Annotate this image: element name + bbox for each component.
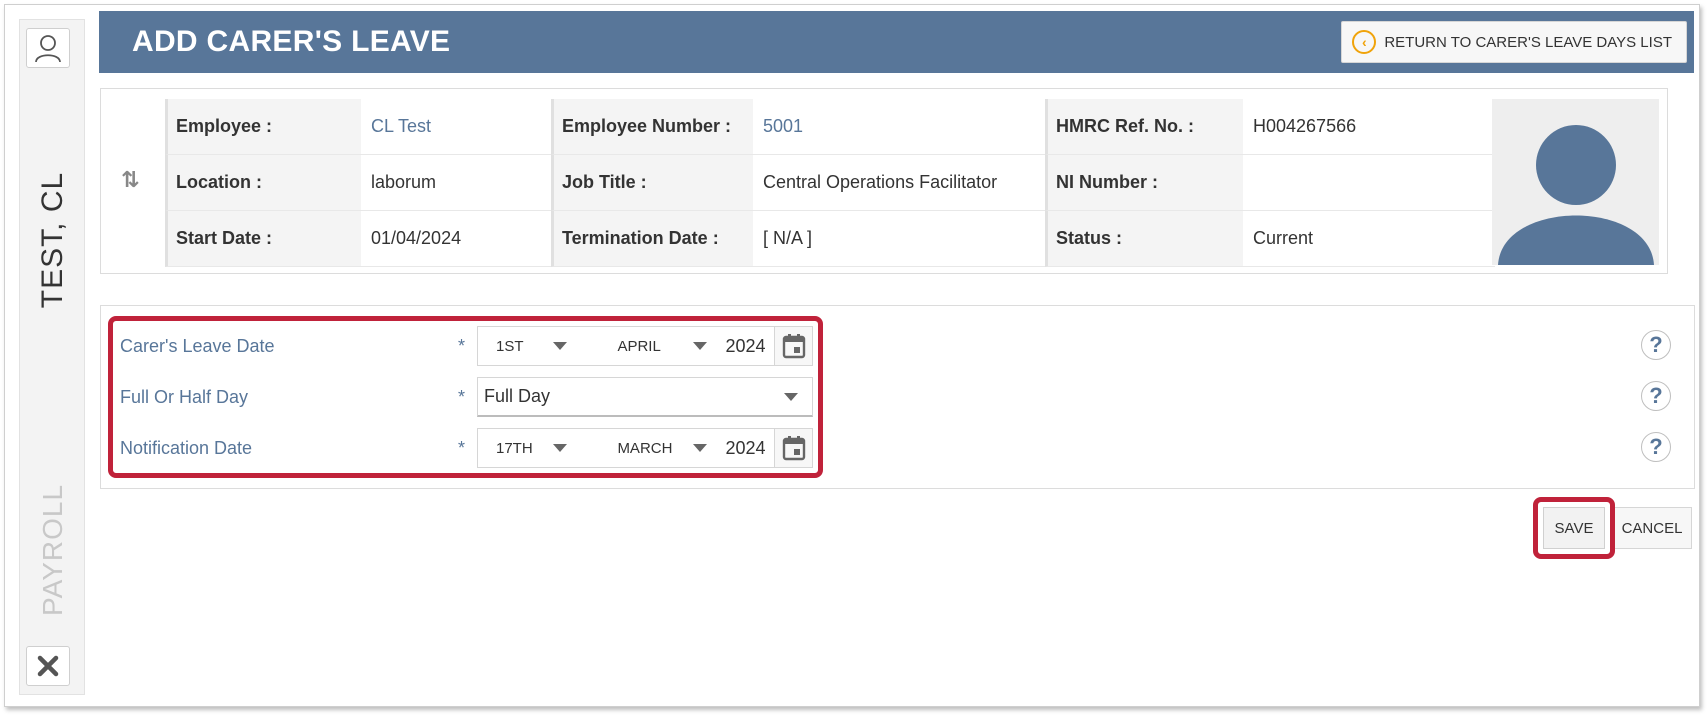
page-header: ADD CARER'S LEAVE ‹ RETURN TO CARER'S LE… [99, 11, 1694, 73]
close-button[interactable] [26, 646, 70, 686]
user-icon [35, 35, 61, 63]
location-value: laborum [361, 155, 551, 211]
page-title: ADD CARER'S LEAVE [132, 25, 451, 58]
table-row: Employee : CL Test Employee Number : 500… [165, 99, 1495, 155]
employee-info-table: Employee : CL Test Employee Number : 500… [165, 99, 1495, 267]
job-title-value: Central Operations Facilitator [753, 155, 1045, 211]
return-to-list-button[interactable]: ‹ RETURN TO CARER'S LEAVE DAYS LIST [1341, 21, 1687, 63]
avatar-placeholder-icon [1498, 125, 1654, 265]
cancel-button[interactable]: CANCEL [1612, 507, 1692, 549]
status-value: Current [1243, 211, 1495, 267]
user-button[interactable] [26, 28, 70, 68]
table-row: Start Date : 01/04/2024 Termination Date… [165, 211, 1495, 267]
employee-number-value[interactable]: 5001 [753, 99, 1045, 155]
status-label: Status : [1045, 211, 1243, 267]
termination-date-label: Termination Date : [551, 211, 753, 267]
close-icon [37, 655, 59, 677]
employee-name-vertical: TEST, CL [36, 171, 69, 309]
form-fields-highlight [108, 316, 823, 478]
swap-vertical-icon[interactable]: ⇅ [121, 167, 139, 193]
return-to-list-label: RETURN TO CARER'S LEAVE DAYS LIST [1384, 33, 1672, 51]
employee-number-label: Employee Number : [551, 99, 753, 155]
start-date-value: 01/04/2024 [361, 211, 551, 267]
ni-number-value [1243, 155, 1495, 211]
employee-info-panel: ⇅ Employee : CL Test Employee Number : 5… [100, 88, 1668, 274]
start-date-label: Start Date : [165, 211, 361, 267]
employee-photo [1492, 99, 1659, 265]
employee-value[interactable]: CL Test [361, 99, 551, 155]
save-button-highlight [1533, 497, 1615, 559]
termination-date-value: [ N/A ] [753, 211, 1045, 267]
hmrc-ref-label: HMRC Ref. No. : [1045, 99, 1243, 155]
carers-leave-date-help-button[interactable]: ? [1641, 330, 1671, 360]
job-title-label: Job Title : [551, 155, 753, 211]
location-label: Location : [165, 155, 361, 211]
module-label-vertical: PAYROLL [37, 483, 68, 616]
chevron-left-circle-icon: ‹ [1352, 30, 1377, 54]
notification-date-help-button[interactable]: ? [1641, 432, 1671, 462]
hmrc-ref-value: H004267566 [1243, 99, 1495, 155]
full-or-half-day-help-button[interactable]: ? [1641, 381, 1671, 411]
sidebar: TEST, CL PAYROLL [19, 19, 85, 695]
ni-number-label: NI Number : [1045, 155, 1243, 211]
table-row: Location : laborum Job Title : Central O… [165, 155, 1495, 211]
employee-label: Employee : [165, 99, 361, 155]
